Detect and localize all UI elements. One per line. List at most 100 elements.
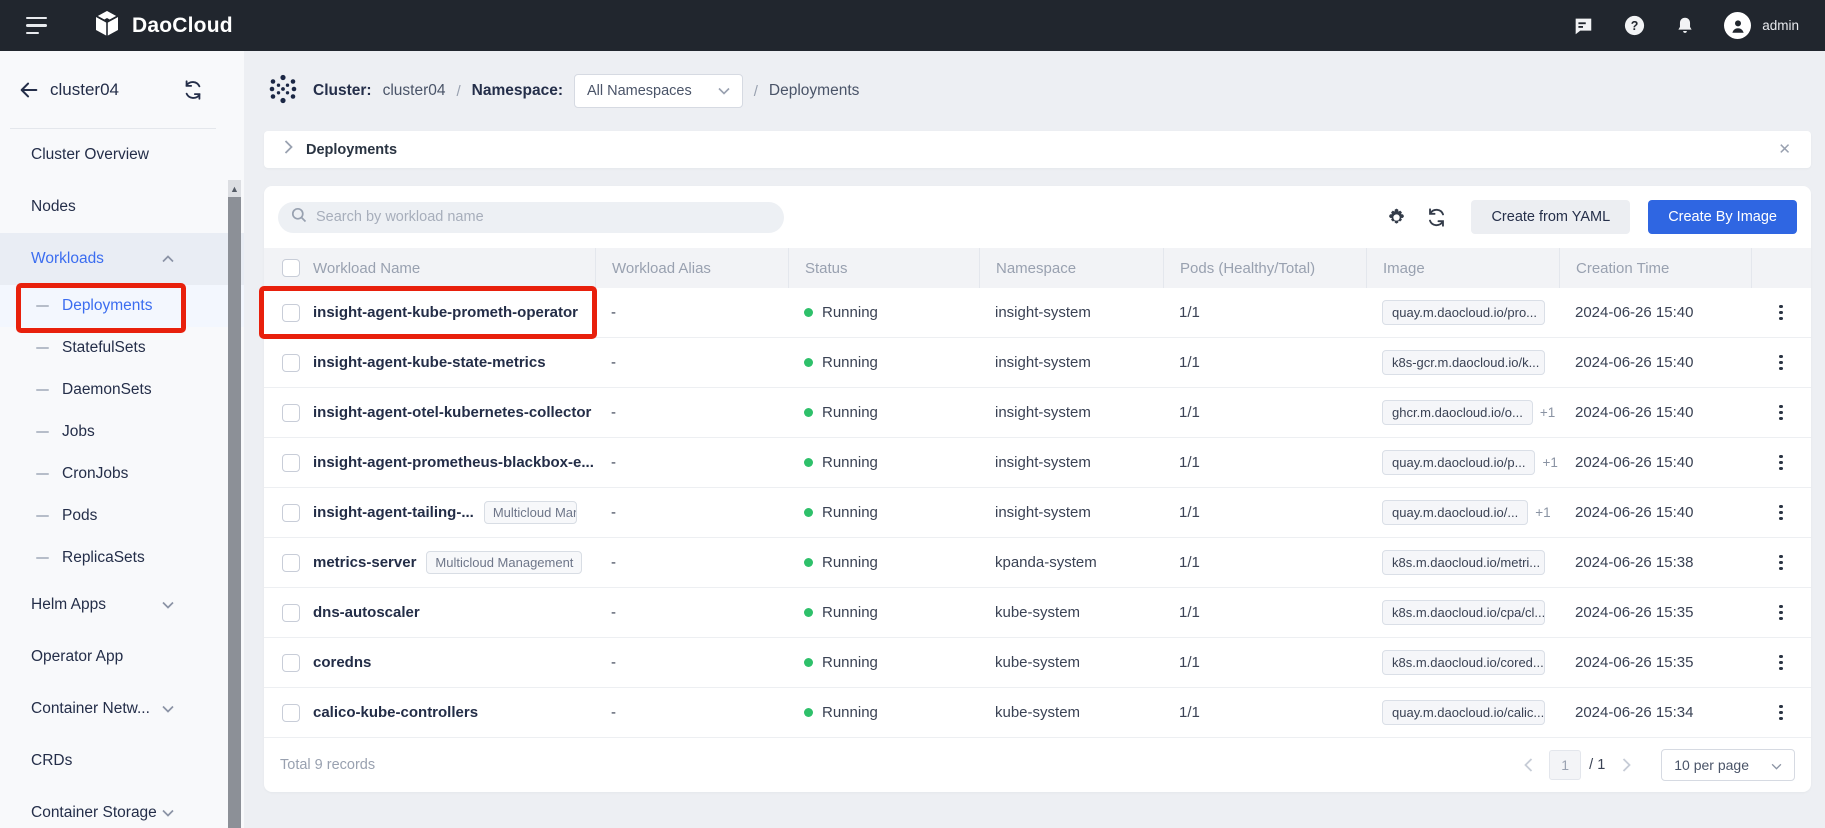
column-header: Workload Alias: [595, 248, 788, 288]
sidebar-cluster-name: cluster04: [50, 80, 119, 100]
sidebar-item-nodes[interactable]: Nodes: [0, 181, 244, 233]
row-checkbox[interactable]: [282, 454, 300, 472]
namespace-cell: insight-system: [979, 288, 1163, 337]
workload-name[interactable]: insight-agent-kube-prometh-operator: [313, 304, 578, 321]
sidebar-item-label: DaemonSets: [62, 381, 152, 399]
help-icon[interactable]: ?: [1622, 14, 1646, 38]
create-by-image-button[interactable]: Create By Image: [1648, 200, 1797, 234]
row-checkbox[interactable]: [282, 504, 300, 522]
workload-alias: -: [595, 638, 788, 687]
sidebar-item-label: Container Storage: [31, 804, 157, 822]
search-box[interactable]: [278, 202, 784, 233]
scroll-up-arrow-icon[interactable]: ▲: [228, 180, 241, 197]
workloads-card: Create from YAML Create By Image Workloa…: [264, 186, 1811, 792]
row-checkbox[interactable]: [282, 554, 300, 572]
workload-name[interactable]: metrics-server: [313, 554, 416, 571]
image-cell: k8s.m.daocloud.io/cored...: [1366, 638, 1559, 687]
sidebar-item-operator-app[interactable]: Operator App: [0, 631, 244, 683]
sidebar-scrollbar[interactable]: ▲: [228, 180, 241, 828]
messages-icon[interactable]: [1571, 14, 1595, 38]
creation-time-cell: 2024-06-26 15:40: [1559, 288, 1751, 337]
app-window: DaoCloud ? admin cluster04: [0, 0, 1825, 828]
table-body: insight-agent-kube-prometh-operator - Ru…: [264, 288, 1811, 738]
row-actions-kebab-icon[interactable]: [1775, 651, 1787, 675]
sidebar-item-cronjobs[interactable]: CronJobs: [0, 453, 244, 495]
user-avatar[interactable]: [1724, 12, 1751, 39]
workload-name[interactable]: insight-agent-otel-kubernetes-collector: [313, 404, 591, 421]
breadcrumb: Cluster: cluster04 / Namespace: All Name…: [264, 51, 1811, 131]
row-actions-kebab-icon[interactable]: [1775, 451, 1787, 475]
creation-time-cell: 2024-06-26 15:35: [1559, 638, 1751, 687]
sidebar-item-helm-apps[interactable]: Helm Apps: [0, 579, 244, 631]
workload-name[interactable]: insight-agent-tailing-...: [313, 504, 474, 521]
creation-time-cell: 2024-06-26 15:40: [1559, 388, 1751, 437]
breadcrumb-cluster-value[interactable]: cluster04: [383, 82, 446, 100]
workload-name[interactable]: calico-kube-controllers: [313, 704, 478, 721]
sidebar-item-jobs[interactable]: Jobs: [0, 411, 244, 453]
row-checkbox[interactable]: [282, 404, 300, 422]
sidebar-item-container-storage[interactable]: Container Storage: [0, 787, 244, 828]
sidebar-item-workloads[interactable]: Workloads: [0, 233, 244, 285]
image-chip: k8s.m.daocloud.io/cored...: [1382, 650, 1545, 675]
image-cell: ghcr.m.daocloud.io/o...+1: [1366, 388, 1559, 437]
switch-cluster-icon[interactable]: [182, 79, 204, 101]
workload-name[interactable]: coredns: [313, 654, 371, 671]
next-page-icon[interactable]: [1619, 758, 1633, 772]
sidebar-item-cluster-overview[interactable]: Cluster Overview: [0, 129, 244, 181]
row-actions-kebab-icon[interactable]: [1775, 301, 1787, 325]
refresh-icon[interactable]: [1425, 206, 1447, 228]
status-text: Running: [822, 304, 878, 321]
current-page-input[interactable]: 1: [1549, 750, 1581, 780]
sidebar-item-replicasets[interactable]: ReplicaSets: [0, 537, 244, 579]
chevron-down-icon: [692, 83, 730, 99]
workload-name[interactable]: dns-autoscaler: [313, 604, 420, 621]
sidebar-item-statefulsets[interactable]: StatefulSets: [0, 327, 244, 369]
column-settings-gear-icon[interactable]: [1385, 206, 1407, 228]
search-input[interactable]: [316, 209, 771, 225]
chevron-up-icon: [162, 250, 174, 268]
row-actions-kebab-icon[interactable]: [1775, 601, 1787, 625]
status-dot-icon: [804, 358, 813, 367]
create-from-yaml-button[interactable]: Create from YAML: [1471, 200, 1630, 234]
sidebar-scrollbar-thumb[interactable]: [228, 197, 241, 828]
menu-toggle-icon[interactable]: [26, 17, 50, 35]
sidebar-item-pods[interactable]: Pods: [0, 495, 244, 537]
image-cell: quay.m.daocloud.io/calic...: [1366, 688, 1559, 737]
row-checkbox[interactable]: [282, 304, 300, 322]
status-dot-icon: [804, 658, 813, 667]
back-icon[interactable]: [18, 79, 40, 101]
workload-name[interactable]: insight-agent-kube-state-metrics: [313, 354, 546, 371]
sidebar-item-deployments[interactable]: Deployments: [0, 285, 244, 327]
namespace-select[interactable]: All Namespaces: [574, 74, 743, 108]
actions-cell: [1751, 538, 1811, 587]
column-header: Image: [1366, 248, 1559, 288]
workload-name[interactable]: insight-agent-prometheus-blackbox-e...: [313, 454, 594, 471]
sidebar-item-label: Pods: [62, 507, 97, 525]
row-actions-kebab-icon[interactable]: [1775, 351, 1787, 375]
image-extra-count: +1: [1540, 405, 1555, 420]
namespace-cell: insight-system: [979, 338, 1163, 387]
sidebar-item-daemonsets[interactable]: DaemonSets: [0, 369, 244, 411]
row-checkbox[interactable]: [282, 354, 300, 372]
row-actions-kebab-icon[interactable]: [1775, 701, 1787, 725]
username[interactable]: admin: [1762, 18, 1799, 33]
row-actions-kebab-icon[interactable]: [1775, 501, 1787, 525]
row-checkbox[interactable]: [282, 704, 300, 722]
actions-cell: [1751, 388, 1811, 437]
workload-badge: Multicloud Management: [426, 551, 582, 574]
sidebar-item-label: Operator App: [31, 648, 123, 666]
select-all-checkbox[interactable]: [282, 259, 300, 277]
page-size-select[interactable]: 10 per page: [1661, 749, 1795, 781]
row-actions-kebab-icon[interactable]: [1775, 551, 1787, 575]
notifications-icon[interactable]: [1673, 14, 1697, 38]
row-actions-kebab-icon[interactable]: [1775, 401, 1787, 425]
close-icon[interactable]: ✕: [1778, 142, 1791, 157]
sidebar-item-crds[interactable]: CRDs: [0, 735, 244, 787]
prev-page-icon[interactable]: [1521, 758, 1535, 772]
namespace-select-value: All Namespaces: [587, 83, 692, 99]
row-checkbox[interactable]: [282, 654, 300, 672]
image-chip: k8s.m.daocloud.io/cpa/cl...: [1382, 600, 1545, 625]
deployments-panel-bar[interactable]: Deployments ✕: [264, 131, 1811, 168]
sidebar-item-container-netw[interactable]: Container Netw...: [0, 683, 244, 735]
row-checkbox[interactable]: [282, 604, 300, 622]
